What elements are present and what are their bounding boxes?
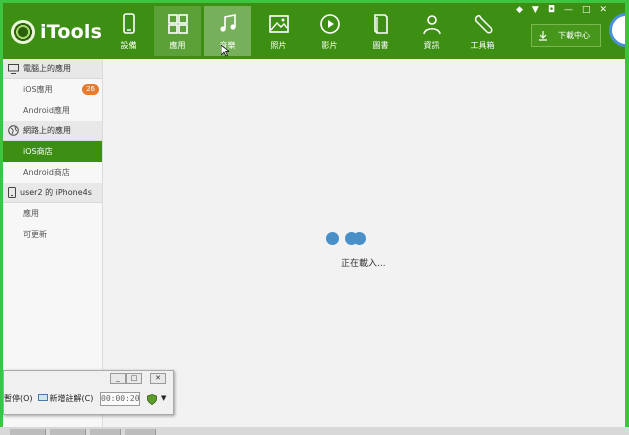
assistant-icon[interactable] [609, 13, 625, 47]
download-center-button[interactable]: 下載中心 [531, 24, 601, 47]
taskbar-item[interactable] [90, 429, 121, 435]
app-name: iTools [40, 21, 103, 43]
download-icon [539, 30, 547, 41]
sidebar-item-android-store[interactable]: Android商店 [3, 162, 102, 183]
loading-dot [353, 232, 366, 245]
taskbar-item[interactable] [125, 429, 156, 435]
computer-icon [8, 63, 19, 74]
loading-text: 正在載入... [341, 259, 386, 269]
sidebar-section-online-apps[interactable]: 網路上的應用 [3, 121, 102, 141]
maximize-icon[interactable]: □ [582, 5, 591, 15]
shield-icon[interactable] [147, 394, 157, 405]
taskbar-item[interactable] [50, 429, 86, 435]
video-icon [319, 14, 340, 34]
shirt-icon[interactable]: ▼ [532, 5, 539, 15]
notification-icon[interactable]: ◆ [516, 5, 523, 15]
tab-device[interactable]: 設備 [105, 6, 152, 56]
sidebar-item-updatable[interactable]: 可更新 [3, 224, 102, 245]
taskbar-item[interactable] [10, 429, 46, 435]
maximize-icon[interactable]: □ [126, 373, 142, 384]
sidebar-section-computer-apps[interactable]: 電腦上的應用 [3, 59, 102, 79]
elapsed-time: 00:00:20 [100, 392, 140, 406]
dropdown-arrow-icon[interactable]: ▼ [161, 394, 166, 402]
tab-books[interactable]: 圖書 [357, 6, 404, 56]
settings-icon[interactable]: ◘ [548, 5, 555, 15]
add-comment-button[interactable]: 新增註解(C) [50, 393, 94, 404]
count-badge: 26 [82, 84, 99, 95]
taskbar-strip [0, 427, 629, 435]
tab-apps[interactable]: 應用 [154, 6, 201, 56]
person-icon [422, 15, 441, 35]
close-icon[interactable]: ✕ [599, 5, 607, 15]
top-toolbar: iTools 設備 應用 音樂 照片 影片 圖書 資訊 工具箱 ◆ ▼ ◘ — … [3, 3, 625, 59]
recorder-controls: 暫停(O) 新增註解(C) [4, 393, 93, 404]
minimize-icon[interactable]: _ [110, 373, 126, 384]
close-icon[interactable]: ✕ [150, 373, 166, 384]
window-controls: ◆ ▼ ◘ — □ ✕ [516, 5, 607, 15]
sidebar-item-ios-apps[interactable]: iOS應用 26 [3, 79, 102, 100]
tab-toolbox[interactable]: 工具箱 [459, 6, 506, 56]
mouse-cursor-icon [221, 45, 229, 57]
tab-music[interactable]: 音樂 [204, 6, 251, 57]
apps-icon [167, 14, 188, 34]
pause-button[interactable]: 暫停(O) [4, 393, 33, 404]
toolbox-icon [474, 14, 492, 34]
globe-icon [8, 125, 19, 136]
itools-logo-icon [11, 20, 35, 44]
minimize-icon[interactable]: — [564, 5, 573, 15]
tab-info[interactable]: 資訊 [408, 6, 455, 56]
itools-window: iTools 設備 應用 音樂 照片 影片 圖書 資訊 工具箱 ◆ ▼ ◘ — … [3, 3, 625, 433]
music-icon [219, 14, 236, 32]
sidebar-section-iphone[interactable]: user2 的 iPhone4s [3, 183, 102, 203]
tab-videos[interactable]: 影片 [306, 6, 353, 56]
sidebar-item-android-apps[interactable]: Android應用 [3, 100, 102, 121]
recorder-toolbar: _ □ ✕ 暫停(O) 新增註解(C) 00:00:20 ▼ [3, 370, 174, 415]
app-logo: iTools [11, 19, 102, 45]
tab-photos[interactable]: 照片 [255, 6, 302, 56]
phone-icon [8, 187, 16, 198]
device-icon [122, 13, 135, 34]
loading-spinner [326, 232, 376, 246]
sidebar-item-device-apps[interactable]: 應用 [3, 203, 102, 224]
sidebar-item-ios-store[interactable]: iOS商店 [3, 141, 102, 162]
book-icon [373, 14, 388, 34]
recorder-titlebar: _ □ ✕ [4, 371, 173, 385]
loading-dot [326, 232, 339, 245]
comment-icon [37, 394, 48, 401]
photo-icon [268, 15, 289, 33]
